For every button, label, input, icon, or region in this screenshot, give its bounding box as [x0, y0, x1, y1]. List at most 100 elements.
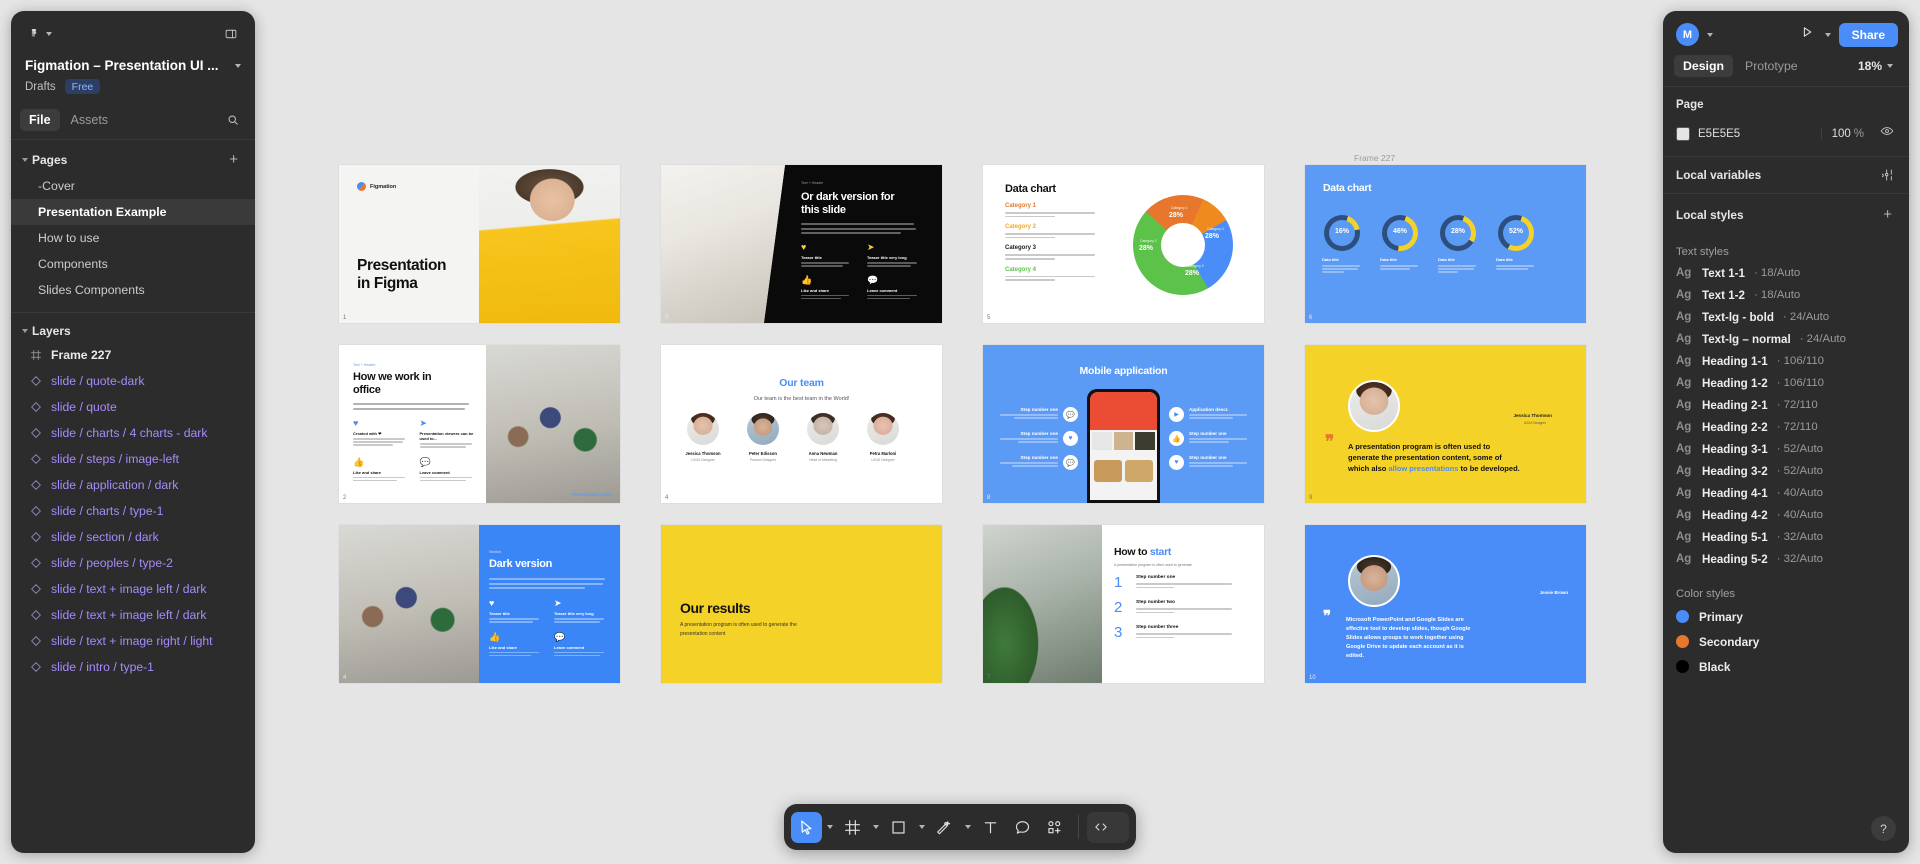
- zoom-control[interactable]: 18%: [1853, 56, 1898, 76]
- tab-prototype[interactable]: Prototype: [1736, 55, 1807, 77]
- layer-item-slide-quote-dark[interactable]: slide / quote-dark: [11, 368, 255, 394]
- text-style-row[interactable]: AgHeading 4-1· 40/Auto: [1663, 482, 1909, 504]
- move-tool-options[interactable]: [823, 812, 836, 843]
- frame-tool-button[interactable]: [837, 812, 868, 843]
- slide-intro-type-1[interactable]: Figmation Presentation in Figma 1: [339, 165, 620, 323]
- pen-tool-button[interactable]: [929, 812, 960, 843]
- page-color-swatch[interactable]: [1676, 127, 1690, 141]
- text-style-row[interactable]: AgHeading 3-1· 52/Auto: [1663, 438, 1909, 460]
- text-style-row[interactable]: AgHeading 4-2· 40/Auto: [1663, 504, 1909, 526]
- slide-charts-type-1[interactable]: Data chart Category 1 Category 2 Categor…: [983, 165, 1264, 323]
- share-button[interactable]: Share: [1839, 23, 1898, 47]
- actions-tool-button[interactable]: [1039, 812, 1070, 843]
- slide-peoples-type-2[interactable]: Our team Our team is the best team in th…: [661, 345, 942, 503]
- chart-value: 28%: [1139, 245, 1153, 252]
- add-style-button[interactable]: +: [1879, 205, 1896, 224]
- text-style-row[interactable]: AgHeading 1-2· 106/110: [1663, 372, 1909, 394]
- slide-results[interactable]: Our results A presentation program is of…: [661, 525, 942, 683]
- frame-tool-options[interactable]: [869, 812, 882, 843]
- page-item-presentation-example[interactable]: Presentation Example: [11, 199, 255, 225]
- text-style-row[interactable]: AgHeading 5-2· 32/Auto: [1663, 548, 1909, 570]
- layer-item-slide-section-dark[interactable]: slide / section / dark: [11, 524, 255, 550]
- slide-steps-image-left[interactable]: How to start A presentation program is o…: [983, 525, 1264, 683]
- color-style-row-black[interactable]: Black: [1663, 654, 1909, 679]
- feature-title: Leave comment: [867, 288, 925, 293]
- quote-link[interactable]: allow presentations: [1388, 464, 1458, 473]
- tab-assets[interactable]: Assets: [62, 109, 118, 131]
- styles-body[interactable]: Text styles AgText 1-1· 18/Auto AgText 1…: [1663, 235, 1909, 853]
- local-variables-row[interactable]: Local variables: [1663, 156, 1909, 193]
- page-visibility-button[interactable]: [1878, 122, 1896, 145]
- shape-tool-options[interactable]: [915, 812, 928, 843]
- slide-charts-4-dark[interactable]: Data chart 16% Data title 46% Data title: [1305, 165, 1586, 323]
- add-page-button[interactable]: +: [225, 150, 242, 169]
- layer-item-frame-227[interactable]: Frame 227: [11, 342, 255, 368]
- text-style-row[interactable]: AgText-lg – normal· 24/Auto: [1663, 328, 1909, 350]
- thumbs-up-icon: 👍: [489, 633, 546, 642]
- move-tool-button[interactable]: [791, 812, 822, 843]
- user-avatar[interactable]: M: [1676, 23, 1699, 46]
- text-style-row[interactable]: AgHeading 1-1· 106/110: [1663, 350, 1909, 372]
- tab-file[interactable]: File: [20, 109, 60, 131]
- slide-quote-dark[interactable]: Jessie Brown ❞ Microsoft PowerPoint and …: [1305, 525, 1586, 683]
- comment-tool-button[interactable]: [1007, 812, 1038, 843]
- color-style-row-secondary[interactable]: Secondary: [1663, 629, 1909, 654]
- layer-item-slide-text-image-right-light[interactable]: slide / text + image right / light: [11, 628, 255, 654]
- chevron-down-icon[interactable]: [1707, 33, 1713, 37]
- layer-item-slide-charts-4-charts-dark[interactable]: slide / charts / 4 charts - dark: [11, 420, 255, 446]
- style-preview: Ag: [1676, 399, 1693, 411]
- page-item-how-to-use[interactable]: How to use: [11, 225, 255, 251]
- slide-text-image-left-dark[interactable]: Text + Header Or dark version for this s…: [661, 165, 942, 323]
- text-style-row[interactable]: AgHeading 5-1· 32/Auto: [1663, 526, 1909, 548]
- chevron-down-icon[interactable]: [1825, 33, 1831, 37]
- page-color-hex[interactable]: E5E5E5: [1698, 128, 1813, 140]
- layers-collapse-toggle[interactable]: Layers: [20, 324, 71, 338]
- slide-quote[interactable]: Jessica Thomson UX/UI Designer ❞ A prese…: [1305, 345, 1586, 503]
- step-title: Application descr.: [1189, 407, 1247, 412]
- page-opacity[interactable]: 100 %: [1821, 128, 1864, 140]
- page-item-components[interactable]: Components: [11, 251, 255, 277]
- slide-section-dark[interactable]: Section Dark version ♥Teaser title ➤Teas…: [339, 525, 620, 683]
- help-button[interactable]: ?: [1871, 816, 1896, 841]
- figma-canvas[interactable]: Frame 227 Figmation Presentation in Figm…: [0, 0, 1920, 864]
- page-opacity-value: 100: [1832, 128, 1851, 140]
- present-button[interactable]: [1797, 22, 1817, 47]
- layer-item-slide-steps-image-left[interactable]: slide / steps / image-left: [11, 446, 255, 472]
- pen-tool-options[interactable]: [961, 812, 974, 843]
- layers-list[interactable]: Frame 227 slide / quote-dark slide / quo…: [11, 342, 255, 853]
- step-title: Step number one: [1136, 575, 1232, 580]
- slide-application-dark[interactable]: Mobile application 💬 Step number one ♥ S…: [983, 345, 1264, 503]
- text-style-row[interactable]: AgText 1-1· 18/Auto: [1663, 262, 1909, 284]
- chevron-down-icon: [22, 329, 28, 333]
- figma-main-menu-button[interactable]: [25, 25, 56, 43]
- dev-mode-toggle[interactable]: [1087, 812, 1129, 843]
- text-style-row[interactable]: AgText-lg - bold· 24/Auto: [1663, 306, 1909, 328]
- text-tool-button[interactable]: [975, 812, 1006, 843]
- search-button[interactable]: [223, 110, 243, 130]
- comment-icon: 💬: [554, 633, 611, 642]
- layer-item-slide-charts-type-1[interactable]: slide / charts / type-1: [11, 498, 255, 524]
- text-style-row[interactable]: AgText 1-2· 18/Auto: [1663, 284, 1909, 306]
- person-name: Jessica Thomson: [683, 451, 723, 456]
- slide-text-image-right-light[interactable]: Text + Header How we work in office ♥Cre…: [339, 345, 620, 503]
- feature-item: 💬Leave comment: [554, 633, 611, 657]
- tab-design[interactable]: Design: [1674, 55, 1733, 77]
- layer-item-slide-text-image-left-dark-2[interactable]: slide / text + image left / dark: [11, 602, 255, 628]
- page-item-cover[interactable]: -Cover: [11, 173, 255, 199]
- text-style-row[interactable]: AgHeading 2-2· 72/110: [1663, 416, 1909, 438]
- color-style-row-primary[interactable]: Primary: [1663, 604, 1909, 629]
- text-style-row[interactable]: AgHeading 2-1· 72/110: [1663, 394, 1909, 416]
- text-style-row[interactable]: AgHeading 3-2· 52/Auto: [1663, 460, 1909, 482]
- file-title-row[interactable]: Figmation – Presentation UI ...: [25, 58, 241, 73]
- layer-item-slide-quote[interactable]: slide / quote: [11, 394, 255, 420]
- layer-item-slide-peoples-type-2[interactable]: slide / peoples / type-2: [11, 550, 255, 576]
- layer-item-slide-text-image-left-dark-1[interactable]: slide / text + image left / dark: [11, 576, 255, 602]
- file-location[interactable]: Drafts: [25, 81, 56, 93]
- local-styles-row[interactable]: Local styles +: [1663, 193, 1909, 235]
- layer-item-slide-intro-type-1[interactable]: slide / intro / type-1: [11, 654, 255, 680]
- shape-tool-button[interactable]: [883, 812, 914, 843]
- page-item-slides-components[interactable]: Slides Components: [11, 277, 255, 303]
- panel-toggle-button[interactable]: [221, 24, 241, 44]
- layer-item-slide-application-dark[interactable]: slide / application / dark: [11, 472, 255, 498]
- pages-collapse-toggle[interactable]: Pages: [20, 153, 67, 167]
